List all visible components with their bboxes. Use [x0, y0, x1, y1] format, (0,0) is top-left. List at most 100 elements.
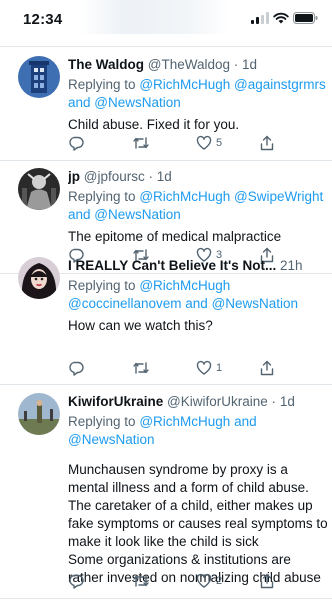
timestamp[interactable]: 1d	[157, 169, 172, 184]
replying-and[interactable]: and	[68, 95, 91, 110]
mention-link[interactable]: @RichMcHugh @SwipeWright	[139, 189, 323, 204]
replying-to: Replying to @RichMcHugh @SwipeWright and…	[68, 188, 328, 224]
avatar[interactable]	[18, 168, 60, 210]
retweet-icon	[133, 362, 149, 374]
tweet-text-line: mental illness and a form of child abuse…	[68, 480, 309, 495]
reply-icon	[69, 361, 84, 376]
tweet-header: I REALLY Can't Believe It's Not... 21h	[68, 257, 328, 275]
replying-prefix: Replying to	[68, 278, 136, 293]
like-icon	[196, 573, 212, 588]
tweet[interactable]: KiwiforUkraine @KiwiforUkraine · 1d Repl…	[0, 393, 332, 600]
mention-link[interactable]: @NewsNation	[94, 207, 180, 222]
replying-prefix: Replying to	[68, 414, 136, 429]
battery-icon	[293, 12, 318, 24]
replying-to: Replying to @RichMcHugh and @NewsNation	[68, 413, 328, 449]
tweet-content: KiwiforUkraine @KiwiforUkraine · 1d Repl…	[68, 393, 328, 587]
avatar[interactable]	[18, 56, 60, 98]
display-name[interactable]: jp	[68, 169, 80, 184]
share-button[interactable]	[260, 572, 288, 590]
reply-button[interactable]	[68, 134, 132, 152]
divider	[0, 598, 332, 599]
retweet-button[interactable]	[132, 359, 196, 377]
replying-prefix: Replying to	[68, 189, 136, 204]
divider	[0, 384, 332, 385]
username[interactable]: @KiwiforUkraine	[167, 394, 268, 409]
timestamp[interactable]: 1d	[280, 394, 295, 409]
status-icons	[251, 12, 318, 24]
display-name[interactable]: KiwiforUkraine	[68, 394, 163, 409]
like-button[interactable]: 1	[196, 359, 260, 377]
wifi-icon	[273, 12, 289, 24]
mention-link[interactable]: @RichMcHugh	[139, 414, 230, 429]
replying-prefix: Replying to	[68, 77, 136, 92]
tweet-text: Munchausen syndrome by proxy is a mental…	[68, 461, 328, 587]
avatar[interactable]	[18, 257, 60, 299]
share-button[interactable]	[260, 134, 288, 152]
tweet-text: The epitome of medical malpractice	[68, 229, 282, 244]
share-icon	[260, 360, 274, 376]
like-icon	[196, 360, 212, 375]
divider	[0, 46, 332, 47]
tweet-content: The Waldog @TheWaldog · 1d Replying to @…	[68, 56, 328, 134]
reply-icon	[69, 574, 84, 589]
share-button[interactable]	[260, 359, 288, 377]
tweet-text-line: Munchausen syndrome by proxy is a	[68, 462, 288, 477]
tweet-text-line: Some organizations & institutions are	[68, 552, 291, 567]
like-icon	[196, 135, 212, 150]
status-time: 12:34	[23, 11, 63, 28]
tweet-header: jp @jpfoursc · 1d	[68, 168, 328, 186]
tweet-text: Child abuse. Fixed it for you.	[68, 117, 240, 132]
tweet-actions: 1	[68, 359, 288, 377]
mention-link[interactable]: @NewsNation	[94, 95, 180, 110]
tweet-header: KiwiforUkraine @KiwiforUkraine · 1d	[68, 393, 328, 411]
retweet-button[interactable]	[132, 572, 196, 590]
separator-dot: ·	[271, 394, 277, 409]
like-button[interactable]: 5	[196, 134, 260, 152]
share-icon	[260, 135, 274, 151]
display-name[interactable]: The Waldog	[68, 57, 144, 72]
tweet-text: How can we watch this?	[68, 318, 213, 333]
tweet-header: The Waldog @TheWaldog · 1d	[68, 56, 328, 74]
replying-and[interactable]: and	[234, 414, 257, 429]
replying-and[interactable]: and	[68, 207, 91, 222]
mention-link[interactable]: @NewsNation	[212, 296, 298, 311]
separator-dot: ·	[148, 169, 154, 184]
reply-button[interactable]	[68, 572, 132, 590]
username[interactable]: @jpfoursc	[84, 169, 145, 184]
mention-link[interactable]: @RichMcHugh	[139, 278, 230, 293]
reply-icon	[69, 136, 84, 151]
blurred-header	[80, 0, 230, 34]
mention-link[interactable]: @RichMcHugh @againstgrmrs	[139, 77, 325, 92]
mention-link[interactable]: @NewsNation	[68, 432, 154, 447]
retweet-icon	[133, 137, 149, 149]
replying-to: Replying to @RichMcHugh @againstgrmrs an…	[68, 76, 328, 112]
timestamp[interactable]: 1d	[242, 57, 257, 72]
tweet[interactable]: I REALLY Can't Believe It's Not... 21h R…	[0, 251, 332, 376]
replying-and[interactable]: and	[185, 296, 208, 311]
tweet-content: jp @jpfoursc · 1d Replying to @RichMcHug…	[68, 168, 328, 246]
display-name[interactable]: I REALLY Can't Believe It's Not...	[68, 258, 276, 273]
avatar[interactable]	[18, 393, 60, 435]
tweet-text-line: The caretaker of a child, either makes u…	[68, 498, 313, 513]
tweet-content: I REALLY Can't Believe It's Not... 21h R…	[68, 257, 328, 335]
mention-link[interactable]: @coccinellanovem	[68, 296, 182, 311]
like-count: 5	[216, 137, 223, 149]
retweet-icon	[133, 575, 149, 587]
retweet-button[interactable]	[132, 134, 196, 152]
like-button[interactable]: 2	[196, 572, 260, 590]
timestamp[interactable]: 21h	[280, 258, 303, 273]
like-count: 2	[216, 575, 223, 587]
tweet-actions: 5	[68, 134, 288, 152]
tweet-actions: 2	[68, 572, 288, 590]
divider	[0, 160, 332, 161]
tweet[interactable]: The Waldog @TheWaldog · 1d Replying to @…	[0, 56, 332, 158]
username[interactable]: @TheWaldog	[148, 57, 230, 72]
signal-icon	[251, 12, 269, 24]
replying-to: Replying to @RichMcHugh @coccinellanovem…	[68, 277, 328, 313]
tweet-text-line: fake symptoms or causes real symptoms to	[68, 516, 328, 531]
share-icon	[260, 573, 274, 589]
tweet-text-line: make it look like the child is sick	[68, 534, 259, 549]
status-bar: 12:34	[0, 0, 332, 42]
like-count: 1	[216, 362, 223, 374]
reply-button[interactable]	[68, 359, 132, 377]
